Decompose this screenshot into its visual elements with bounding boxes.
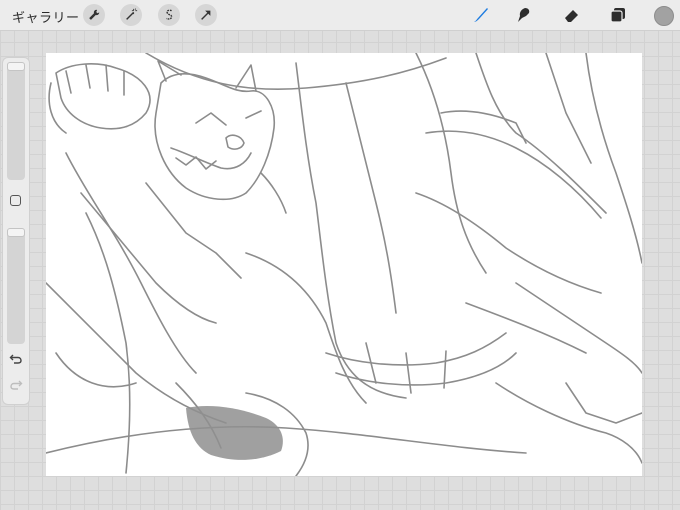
brush-icon bbox=[474, 8, 488, 22]
layers-icon bbox=[610, 8, 625, 23]
left-sidebar bbox=[2, 57, 30, 405]
sketch-artwork bbox=[46, 53, 642, 476]
magic-wand-icon bbox=[126, 8, 138, 20]
opacity-thumb[interactable] bbox=[7, 228, 25, 237]
selection-s-icon bbox=[166, 9, 173, 20]
smudge-tool-button[interactable] bbox=[513, 5, 533, 25]
transform-button[interactable] bbox=[195, 4, 217, 26]
layers-button[interactable] bbox=[608, 5, 628, 25]
brush-size-slider[interactable] bbox=[7, 62, 25, 180]
color-picker-button[interactable] bbox=[654, 6, 674, 26]
wrench-icon bbox=[89, 9, 100, 20]
smudge-icon bbox=[518, 8, 530, 22]
shaded-region bbox=[186, 406, 283, 460]
drawing-canvas[interactable] bbox=[46, 53, 642, 476]
selection-button[interactable] bbox=[158, 4, 180, 26]
undo-icon[interactable] bbox=[9, 352, 23, 366]
eraser-icon bbox=[565, 10, 578, 22]
transform-arrow-icon bbox=[201, 10, 211, 20]
brush-size-thumb[interactable] bbox=[7, 62, 25, 71]
gallery-button[interactable]: ギャラリー bbox=[12, 7, 80, 26]
redo-icon[interactable] bbox=[9, 378, 23, 392]
eraser-tool-button[interactable] bbox=[562, 5, 582, 25]
modify-button[interactable] bbox=[10, 195, 21, 206]
adjustments-button[interactable] bbox=[120, 4, 142, 26]
top-toolbar: ギャラリー bbox=[0, 0, 680, 31]
opacity-slider[interactable] bbox=[7, 228, 25, 344]
brush-tool-button[interactable] bbox=[471, 5, 491, 25]
actions-button[interactable] bbox=[83, 4, 105, 26]
